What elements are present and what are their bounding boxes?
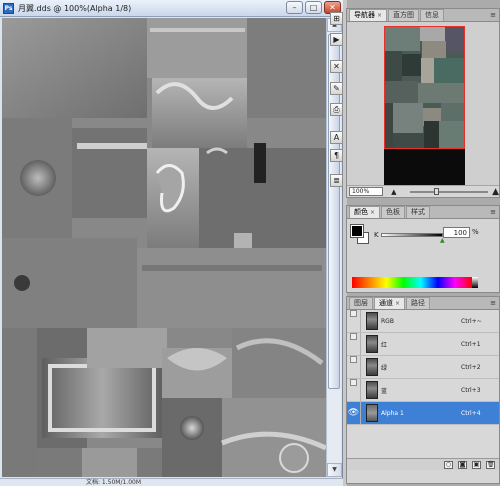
channel-name: 蓝 bbox=[381, 387, 388, 395]
tab-color[interactable]: 颜色 × bbox=[349, 206, 381, 218]
navigator-thumbnail[interactable] bbox=[384, 26, 465, 185]
visibility-box bbox=[350, 356, 357, 363]
zoom-input[interactable]: 100% bbox=[349, 187, 384, 196]
navigator-view-rectangle[interactable] bbox=[384, 26, 465, 149]
navigator-panel: 导航器 × 直方图 信息 ≡ 100% ▲ ▲ bbox=[346, 8, 500, 198]
document-canvas[interactable] bbox=[2, 18, 326, 477]
document-title: 月翼.dds @ 100%(Alpha 1/8) bbox=[18, 3, 132, 13]
channels-panel: 图层 通道 × 路径 ≡ RGB Ctrl+~ 红 Ctrl+1 绿 Ctrl+… bbox=[346, 296, 500, 484]
visibility-toggle[interactable] bbox=[347, 356, 361, 378]
brush-icon[interactable]: ✎ bbox=[330, 82, 343, 95]
visibility-toggle[interactable] bbox=[347, 310, 361, 332]
visibility-box bbox=[350, 333, 357, 340]
k-value-input[interactable]: 100 bbox=[443, 227, 470, 238]
tab-info[interactable]: 信息 bbox=[420, 9, 445, 21]
text-icon[interactable]: A bbox=[330, 131, 343, 144]
color-panel: 颜色 × 色板 样式 ≡ K ▲ 100 % bbox=[346, 205, 500, 293]
visibility-box bbox=[350, 310, 357, 317]
navigator-tab-row: 导航器 × 直方图 信息 bbox=[347, 9, 499, 22]
zoom-in-icon[interactable]: ▲ bbox=[492, 187, 499, 197]
status-bar: 文档: 1.50M/1.00M bbox=[0, 478, 343, 486]
channel-shortcut: Ctrl+3 bbox=[461, 386, 481, 394]
tab-color-label: 颜色 bbox=[354, 208, 368, 216]
visibility-toggle[interactable] bbox=[347, 333, 361, 355]
channel-thumbnail bbox=[366, 404, 378, 422]
tab-channels-label: 通道 bbox=[379, 299, 393, 307]
channel-name: 红 bbox=[381, 341, 388, 349]
channel-thumbnail bbox=[366, 312, 378, 330]
channel-thumbnail bbox=[366, 335, 378, 353]
channel-shortcut: Ctrl+1 bbox=[461, 340, 481, 348]
tab-layers[interactable]: 图层 bbox=[349, 297, 373, 309]
tab-swatches[interactable]: 色板 bbox=[381, 206, 406, 218]
channel-row-blue[interactable]: 蓝 Ctrl+3 bbox=[347, 379, 499, 402]
tab-histogram[interactable]: 直方图 bbox=[388, 9, 420, 21]
black-white-ramp[interactable] bbox=[472, 277, 478, 288]
zoom-slider-knob[interactable] bbox=[434, 187, 440, 195]
stamp-icon[interactable]: ⎙ bbox=[330, 103, 343, 116]
load-selection-icon[interactable]: ○ bbox=[444, 460, 453, 469]
panel-menu-icon[interactable]: ≡ bbox=[490, 11, 496, 19]
texture-alpha-channel-image bbox=[2, 18, 326, 477]
document-title-bar[interactable]: Ps 月翼.dds @ 100%(Alpha 1/8) – □ ✕ bbox=[0, 0, 343, 17]
tab-navigator[interactable]: 导航器 × bbox=[349, 9, 388, 21]
k-slider[interactable] bbox=[381, 233, 443, 237]
channels-footer: ○ ◙ ▣ 🗑 bbox=[347, 458, 499, 470]
channel-row-rgb[interactable]: RGB Ctrl+~ bbox=[347, 310, 499, 333]
play-icon[interactable]: ▶ bbox=[330, 33, 343, 46]
close-tab-icon[interactable]: × bbox=[395, 300, 400, 307]
notes-icon[interactable]: ≣ bbox=[330, 174, 343, 187]
channel-name: RGB bbox=[381, 317, 394, 325]
tab-channels[interactable]: 通道 × bbox=[374, 297, 406, 309]
save-selection-icon[interactable]: ◙ bbox=[458, 460, 467, 469]
channel-shortcut: Ctrl+2 bbox=[461, 363, 481, 371]
close-tab-icon[interactable]: × bbox=[377, 12, 382, 19]
k-unit-label: % bbox=[472, 228, 479, 236]
tab-paths[interactable]: 路径 bbox=[406, 297, 431, 309]
paragraph-icon[interactable]: ¶ bbox=[330, 149, 343, 162]
panel-menu-icon[interactable]: ≡ bbox=[490, 299, 496, 307]
channel-thumbnail bbox=[366, 358, 378, 376]
tab-styles[interactable]: 样式 bbox=[406, 206, 431, 218]
navigator-preview-area bbox=[347, 22, 499, 185]
channel-row-green[interactable]: 绿 Ctrl+2 bbox=[347, 356, 499, 379]
channel-shortcut: Ctrl+4 bbox=[461, 409, 481, 417]
visibility-box bbox=[350, 379, 357, 386]
scroll-down-icon[interactable]: ▼ bbox=[327, 463, 342, 477]
close-tab-icon[interactable]: × bbox=[370, 209, 375, 216]
tab-navigator-label: 导航器 bbox=[354, 11, 375, 19]
document-window: Ps 月翼.dds @ 100%(Alpha 1/8) – □ ✕ ▼ 文档: … bbox=[0, 0, 343, 486]
foreground-color-swatch[interactable] bbox=[350, 224, 364, 238]
visibility-toggle[interactable] bbox=[347, 379, 361, 401]
color-tab-row: 颜色 × 色板 样式 bbox=[347, 206, 499, 219]
maximize-button[interactable]: □ bbox=[305, 1, 322, 14]
minimize-button[interactable]: – bbox=[286, 1, 303, 14]
panel-menu-icon[interactable]: ≡ bbox=[490, 208, 496, 216]
photoshop-workspace: Ps 月翼.dds @ 100%(Alpha 1/8) – □ ✕ ▼ 文档: … bbox=[0, 0, 500, 486]
tools-icon[interactable]: ✕ bbox=[330, 60, 343, 73]
channel-list: RGB Ctrl+~ 红 Ctrl+1 绿 Ctrl+2 蓝 Ctrl+3 👁 … bbox=[347, 310, 499, 470]
zoom-slider[interactable] bbox=[410, 187, 489, 195]
channel-name: 绿 bbox=[381, 364, 388, 372]
color-body: K ▲ 100 % bbox=[347, 219, 499, 292]
channel-row-red[interactable]: 红 Ctrl+1 bbox=[347, 333, 499, 356]
channel-k-label: K bbox=[374, 231, 379, 239]
new-channel-icon[interactable]: ▣ bbox=[472, 460, 481, 469]
arrange-icon[interactable]: ⊞ bbox=[330, 12, 343, 25]
photoshop-doc-icon: Ps bbox=[3, 2, 14, 14]
eye-icon[interactable]: 👁 bbox=[347, 402, 361, 424]
navigator-zoom-bar: 100% ▲ ▲ bbox=[347, 185, 499, 197]
channel-row-alpha-1[interactable]: 👁 Alpha 1 Ctrl+4 bbox=[347, 402, 499, 425]
channels-tab-row: 图层 通道 × 路径 bbox=[347, 297, 499, 310]
channel-thumbnail bbox=[366, 381, 378, 399]
channel-name: Alpha 1 bbox=[381, 409, 404, 417]
zoom-out-icon[interactable]: ▲ bbox=[391, 188, 396, 196]
channel-shortcut: Ctrl+~ bbox=[461, 317, 482, 325]
delete-channel-icon[interactable]: 🗑 bbox=[486, 460, 495, 469]
color-spectrum-bar[interactable] bbox=[352, 277, 472, 288]
k-slider-knob[interactable]: ▲ bbox=[440, 237, 445, 244]
